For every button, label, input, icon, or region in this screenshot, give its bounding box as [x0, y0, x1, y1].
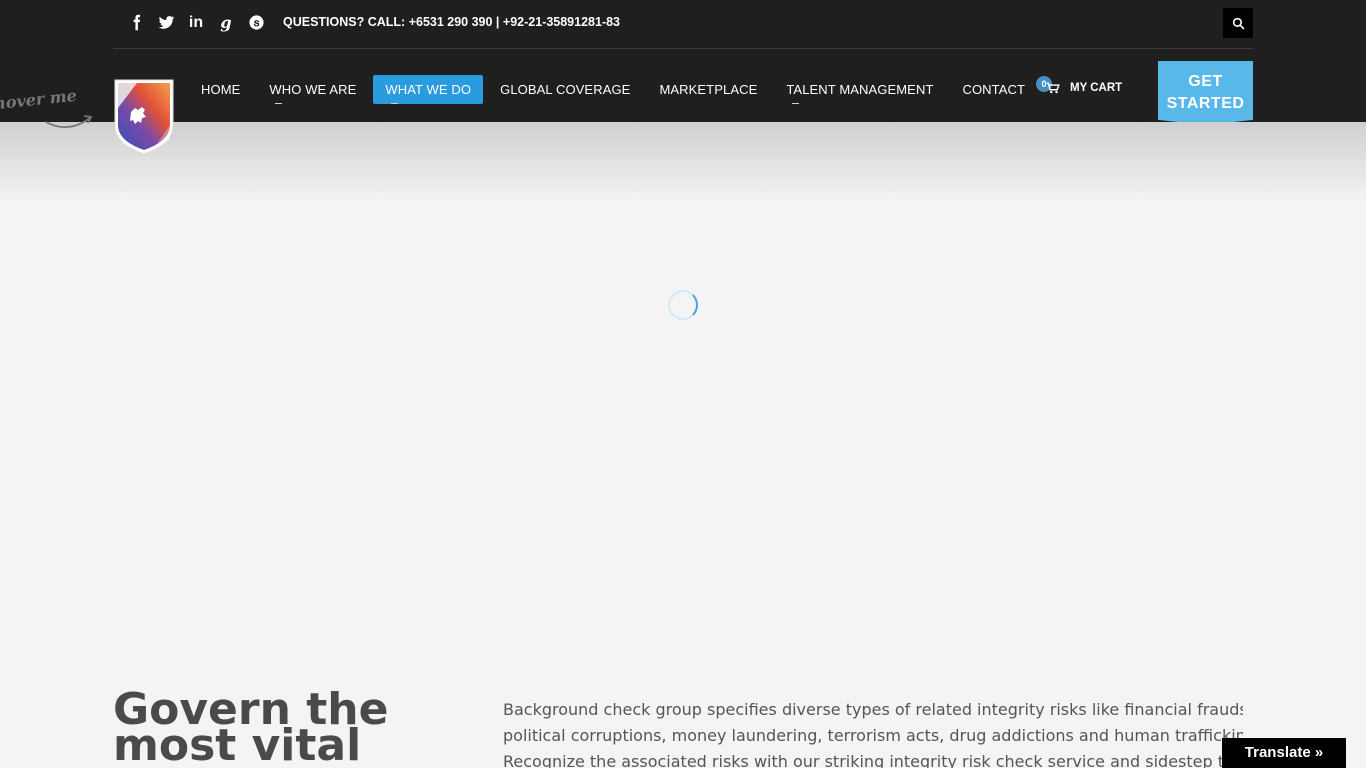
loading-spinner — [668, 290, 698, 320]
nav-item-marketplace[interactable]: MARKETPLACE — [647, 75, 769, 104]
nav-item-home[interactable]: HOME — [189, 75, 252, 104]
main-nav: HOME WHO WE ARE WHAT WE DO GLOBAL COVERA… — [189, 75, 1042, 104]
section-paragraph: Background check group specifies diverse… — [503, 700, 1243, 768]
nav-item-who-we-are[interactable]: WHO WE ARE — [257, 75, 368, 104]
section-heading: Govern the most vital — [113, 684, 389, 768]
cart-label: MY CART — [1070, 82, 1123, 94]
linkedin-icon[interactable]: in — [181, 13, 211, 33]
shopping-cart-icon — [1046, 82, 1060, 94]
search-button[interactable] — [1223, 8, 1253, 38]
curved-arrow-icon — [45, 115, 93, 128]
twitter-icon[interactable] — [151, 13, 181, 33]
site-logo[interactable] — [113, 78, 175, 156]
top-bar: in g QUESTIONS? CALL: +6531 290 390 | +9… — [113, 0, 1253, 49]
social-links: in g — [121, 13, 271, 33]
google-plus-icon[interactable]: g — [211, 13, 241, 33]
nav-item-global-coverage[interactable]: GLOBAL COVERAGE — [488, 75, 642, 104]
skype-icon[interactable] — [241, 13, 271, 33]
get-started-button[interactable]: GET STARTED — [1158, 61, 1253, 125]
nav-item-what-we-do[interactable]: WHAT WE DO — [373, 75, 484, 104]
header-shadow — [0, 122, 1366, 202]
search-icon — [1232, 17, 1244, 29]
site-header: in g QUESTIONS? CALL: +6531 290 390 | +9… — [0, 0, 1366, 125]
translate-button[interactable]: Translate » — [1222, 738, 1346, 768]
nav-item-talent-management[interactable]: TALENT MANAGEMENT — [774, 75, 945, 104]
contact-phone-text: QUESTIONS? CALL: +6531 290 390 | +92-21-… — [283, 15, 621, 29]
facebook-icon[interactable] — [121, 13, 151, 33]
nav-item-contact[interactable]: CONTACT — [950, 75, 1037, 104]
